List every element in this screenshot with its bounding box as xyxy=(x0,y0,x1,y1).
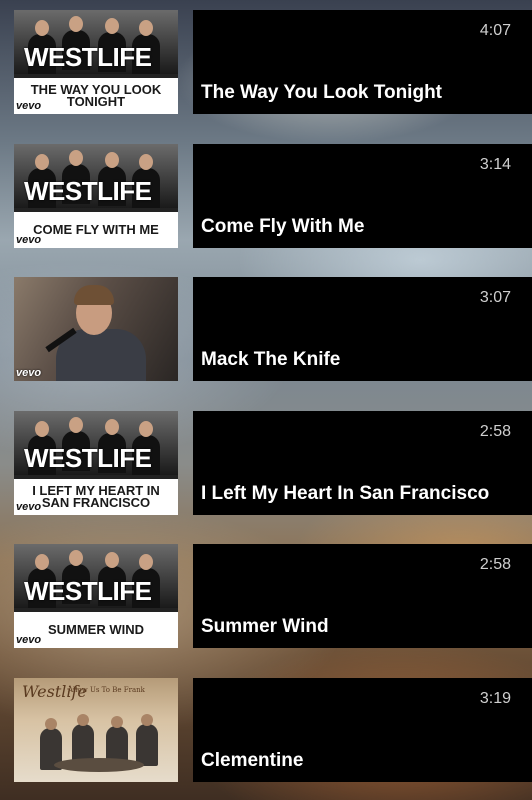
vevo-logo: vevo xyxy=(16,100,42,112)
vevo-logo: vevo xyxy=(16,634,42,646)
video-info-card[interactable]: 3:14 Come Fly With Me xyxy=(193,144,532,248)
video-duration: 3:07 xyxy=(479,289,511,306)
video-thumbnail[interactable]: WESTLIFE I LEFT MY HEART IN SAN FRANCISC… xyxy=(14,411,178,515)
performer-photo xyxy=(14,277,178,381)
video-item[interactable]: WESTLIFE COME FLY WITH ME vevo 3:14 Come… xyxy=(14,144,532,248)
album-cover: Westlife Allow Us To Be Frank xyxy=(14,678,178,782)
video-item[interactable]: vevo 3:07 Mack The Knife xyxy=(14,277,532,381)
westlife-logo: WESTLIFE xyxy=(24,42,152,72)
video-title: Clementine xyxy=(201,750,304,771)
video-duration: 4:07 xyxy=(479,22,511,39)
video-item[interactable]: WESTLIFE SUMMER WIND vevo 2:58 Summer Wi… xyxy=(14,544,532,648)
westlife-logo: WESTLIFE xyxy=(24,176,152,206)
westlife-logo: WESTLIFE xyxy=(24,576,152,606)
video-list: WESTLIFE THE WAY YOU LOOK TONIGHT vevo 4… xyxy=(0,0,532,800)
video-duration: 3:19 xyxy=(479,690,511,707)
westlife-logo: WESTLIFE xyxy=(24,443,152,473)
video-title: I Left My Heart In San Francisco xyxy=(201,483,490,504)
video-info-card[interactable]: 4:07 The Way You Look Tonight xyxy=(193,10,532,114)
video-thumbnail[interactable]: WESTLIFE THE WAY YOU LOOK TONIGHT vevo xyxy=(14,10,178,114)
video-title: The Way You Look Tonight xyxy=(201,82,442,103)
video-item[interactable]: WESTLIFE I LEFT MY HEART IN SAN FRANCISC… xyxy=(14,411,532,515)
video-info-card[interactable]: 3:07 Mack The Knife xyxy=(193,277,532,381)
vevo-logo: vevo xyxy=(16,367,42,379)
video-title: Mack The Knife xyxy=(201,349,341,370)
video-duration: 2:58 xyxy=(479,423,511,440)
video-thumbnail[interactable]: WESTLIFE COME FLY WITH ME vevo xyxy=(14,144,178,248)
video-title: Come Fly With Me xyxy=(201,216,365,237)
video-duration: 2:58 xyxy=(479,556,511,573)
video-item[interactable]: Westlife Allow Us To Be Frank 3:19 Cleme… xyxy=(14,678,532,782)
video-info-card[interactable]: 3:19 Clementine xyxy=(193,678,532,782)
video-title: Summer Wind xyxy=(201,616,329,637)
video-thumbnail[interactable]: Westlife Allow Us To Be Frank xyxy=(14,678,178,782)
video-info-card[interactable]: 2:58 I Left My Heart In San Francisco xyxy=(193,411,532,515)
video-thumbnail[interactable]: WESTLIFE SUMMER WIND vevo xyxy=(14,544,178,648)
album-title: Allow Us To Be Frank xyxy=(68,686,145,694)
video-item[interactable]: WESTLIFE THE WAY YOU LOOK TONIGHT vevo 4… xyxy=(14,10,532,114)
video-info-card[interactable]: 2:58 Summer Wind xyxy=(193,544,532,648)
video-duration: 3:14 xyxy=(479,156,511,173)
vevo-logo: vevo xyxy=(16,501,42,513)
vevo-logo: vevo xyxy=(16,234,42,246)
video-thumbnail[interactable]: vevo xyxy=(14,277,178,381)
